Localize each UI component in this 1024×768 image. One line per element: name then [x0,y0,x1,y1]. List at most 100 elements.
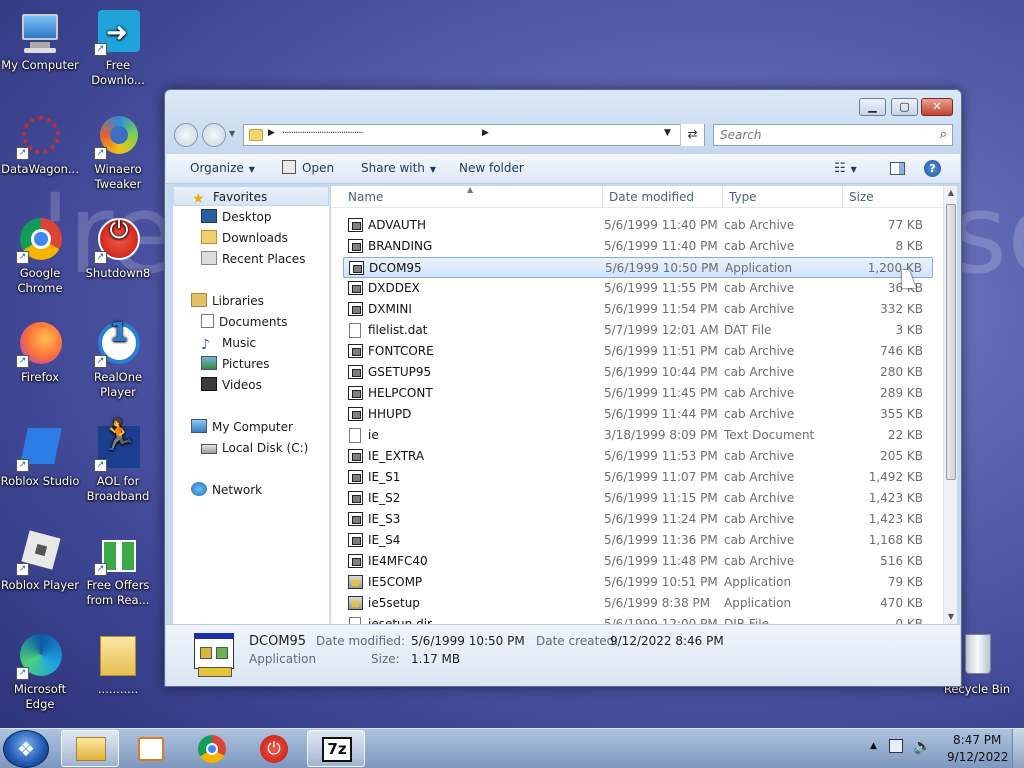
desktop-icon-roblox-player[interactable]: ↗ Roblox Player [0,528,80,593]
show-desktop-button[interactable] [1012,729,1024,768]
file-row[interactable]: HELPCONT 5/6/1999 11:45 PM cab Archive 289 … [343,383,933,404]
start-button[interactable]: ❖ [3,730,49,768]
desktop-icon-aol[interactable]: 🏃 ↗ AOL for Broadband [78,421,158,504]
file-row[interactable]: IE_S2 5/6/1999 11:15 PM cab Archive 1,423 K… [343,488,933,509]
nav-desktop[interactable]: Desktop [201,207,272,227]
back-button[interactable] [174,123,198,147]
taskbar-explorer[interactable] [61,730,119,767]
file-row[interactable]: FONTCORE 5/6/1999 11:51 PM cab Archive 746 … [343,341,933,362]
file-row[interactable]: IE5COMP 5/6/1999 10:51 PM Application 79 KB [343,572,933,593]
scroll-down-arrow-icon[interactable]: ▼ [944,612,957,621]
desktop-icon-winaero[interactable]: ↗ Winaero Tweaker [78,112,158,192]
nav-recent-places[interactable]: Recent Places [201,249,305,269]
nav-favorites[interactable]: ★ Favorites [173,186,329,207]
file-row[interactable]: IE4MFC40 5/6/1999 11:48 PM cab Archive 516 … [343,551,933,572]
desktop-icon-realone[interactable]: 1 ↗ RealOne Player [78,320,158,400]
file-row[interactable]: IE_S1 5/6/1999 11:07 PM cab Archive 1,492 K… [343,467,933,488]
file-date-modified: 5/6/1999 11:44 PM [604,407,718,421]
file-row[interactable]: HHUPD 5/6/1999 11:44 PM cab Archive 355 KB [343,404,933,425]
file-row[interactable]: ADVAUTH 5/6/1999 11:40 PM cab Archive 77 KB [343,215,933,236]
view-options-button[interactable]: ☷ ▼ [834,161,857,176]
desktop-icon-free-offers[interactable]: ↗ Free Offers from Rea... [78,528,158,608]
desktop-icon-roblox-studio[interactable]: ↗ Roblox Studio [0,424,80,489]
nav-network[interactable]: Network [191,480,262,500]
nav-downloads[interactable]: Downloads [201,228,288,248]
show-hidden-icons-chevron[interactable]: ▲ [870,741,877,751]
minimize-icon: ▁ [868,100,877,113]
downloads-folder-icon [201,230,217,244]
clock-time[interactable]: 8:47 PM [953,733,1001,747]
details-file-type: Application [249,652,317,666]
file-row[interactable]: IE_S3 5/6/1999 11:24 PM cab Archive 1,423 K… [343,509,933,530]
file-row[interactable]: iesetup.dir 5/6/1999 12:00 PM DIR File 0 KB [343,614,933,624]
file-row[interactable]: DXMINI 5/6/1999 11:54 PM cab Archive 332 KB [343,299,933,320]
nav-music[interactable]: ♪ Music [201,333,256,353]
file-row[interactable]: DXDDEX 5/6/1999 11:55 PM cab Archive 36 KB [343,278,933,299]
scrollbar-thumb[interactable] [946,204,956,480]
desktop-icon-microsoft-edge[interactable]: ↗ Microsoft Edge [0,632,80,712]
breadcrumb-chevron-icon-2[interactable]: ▶ [482,128,489,138]
desktop-icon-google-chrome[interactable]: ↗ Google Chrome [0,216,80,296]
file-row[interactable]: GSETUP95 5/6/1999 10:44 PM cab Archive 280 … [343,362,933,383]
close-button[interactable]: ✕ [921,98,953,116]
file-icon [349,617,361,624]
taskbar-7zip[interactable]: 7z [307,730,365,767]
address-bar[interactable]: ▶ ····································· … [243,124,705,146]
nav-local-disk[interactable]: Local Disk (C:) [201,438,308,458]
recent-pages-chevron-icon[interactable]: ▼ [229,129,235,138]
navigation-pane: ★ Favorites Desktop Downloads Recent Plac… [173,186,330,624]
breadcrumb-path[interactable]: ····································· [282,128,364,139]
clock-date[interactable]: 9/12/2022 [947,750,1009,764]
file-row[interactable]: BRANDING 5/6/1999 11:40 PM cab Archive 8 KB [343,236,933,257]
breadcrumb-chevron-icon[interactable]: ▶ [268,128,275,138]
file-row[interactable]: IE_S4 5/6/1999 11:36 PM cab Archive 1,168 K… [343,530,933,551]
computer-icon [16,8,64,56]
forward-button[interactable] [202,123,226,147]
desktop-icon-datawagon[interactable]: ↗ DataWagon... [0,112,80,177]
nav-documents[interactable]: Documents [201,312,287,332]
desktop-icon-my-computer[interactable]: My Computer [0,8,80,73]
help-icon[interactable]: ? [924,160,941,177]
column-size[interactable]: Size [849,190,874,204]
column-type[interactable]: Type [729,190,757,204]
file-row[interactable]: ie 3/18/1999 8:09 PM Text Document 22 KB [343,425,933,446]
vertical-scrollbar[interactable]: ▲ ▼ [943,186,957,624]
desktop-icon-folder[interactable]: ........... [78,632,158,697]
network-tray-icon[interactable] [889,739,903,753]
refresh-button[interactable]: ⇄ [680,124,704,146]
desktop-icon-shutdown8[interactable]: ⏻ ↗ Shutdown8 [78,216,158,281]
new-folder-button[interactable]: New folder [459,161,524,175]
taskbar-media-player[interactable] [122,730,180,767]
volume-icon[interactable]: 🔈 [913,737,932,755]
file-size: 355 KB [880,407,923,421]
preview-pane-button[interactable] [890,162,905,175]
search-input[interactable]: Search ⌕ [713,124,953,146]
file-name: iesetup.dir [368,617,432,624]
file-row[interactable]: IE_EXTRA 5/6/1999 11:53 PM cab Archive 205 … [343,446,933,467]
taskbar-chrome[interactable] [183,730,241,767]
open-button[interactable]: Open [302,161,334,175]
minimize-button[interactable]: ▁ [859,98,886,116]
nav-pictures[interactable]: Pictures [201,354,270,374]
desktop-icon-firefox[interactable]: ↗ Firefox [0,320,80,385]
maximize-button[interactable]: ▢ [891,98,918,116]
nav-videos[interactable]: Videos [201,375,262,395]
file-row[interactable]: filelist.dat 5/7/1999 12:01 AM DAT File 3 K… [343,320,933,341]
file-name: DXMINI [368,302,412,316]
nav-libraries[interactable]: Libraries [191,291,264,311]
file-row[interactable]: DCOM95 5/6/1999 10:50 PM Application 1,200 … [343,257,933,278]
nav-my-computer[interactable]: My Computer [191,417,293,437]
organize-button[interactable]: Organize ▼ [190,161,255,175]
windows-logo-icon: ❖ [17,737,35,761]
file-size: 746 KB [880,344,923,358]
file-size: 1,492 KB [868,470,923,484]
scroll-up-arrow-icon[interactable]: ▲ [944,188,957,197]
share-with-button[interactable]: Share with ▼ [361,161,436,175]
column-name[interactable]: Name [348,190,383,204]
file-row[interactable]: ie5setup 5/6/1999 8:38 PM Application 470 K… [343,593,933,614]
column-date-modified[interactable]: Date modified [609,190,694,204]
desktop-icon-free-download[interactable]: ➜ ↗ Free Downlo... [78,8,158,88]
file-date-modified: 5/6/1999 11:55 PM [604,281,718,295]
address-dropdown-icon[interactable]: ▼ [664,128,671,138]
taskbar-shutdown8[interactable]: ⏻ [245,730,303,767]
